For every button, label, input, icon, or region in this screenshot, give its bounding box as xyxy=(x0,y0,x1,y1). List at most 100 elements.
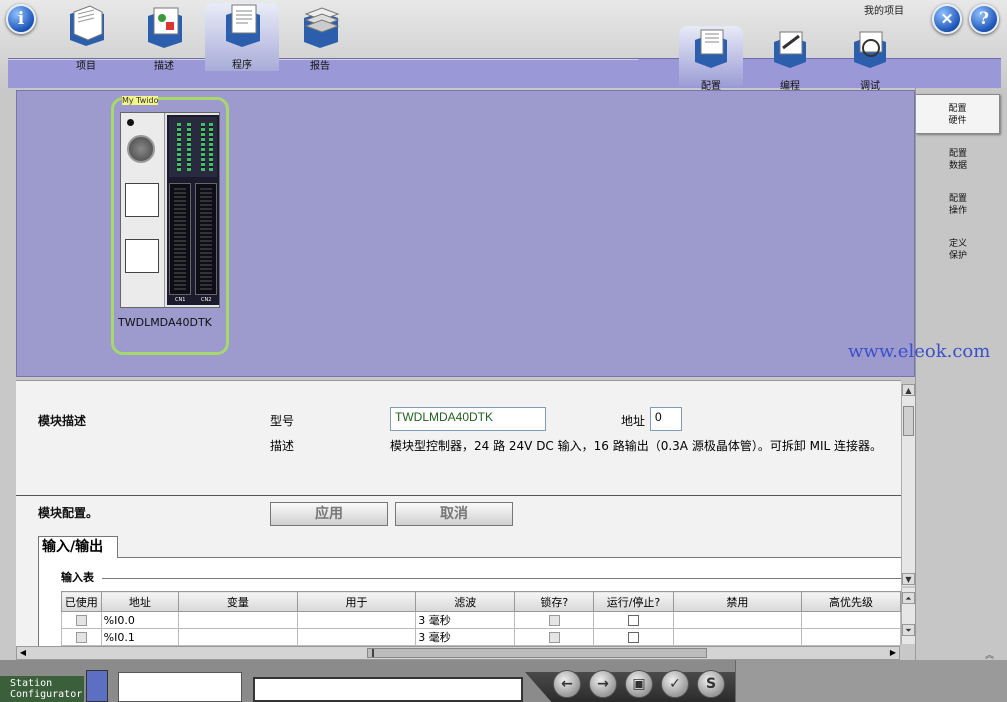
address-field[interactable]: 0 xyxy=(650,407,682,431)
sidebar-item-config-data[interactable]: 配置 数据 xyxy=(916,140,1000,180)
column-header-variable[interactable]: 变量 xyxy=(178,591,298,612)
subtab-programming[interactable]: 编程 xyxy=(758,26,822,92)
model-field[interactable]: TWDLMDA40DTK xyxy=(390,407,546,431)
divider xyxy=(16,495,901,496)
my-project-link[interactable]: 我的项目 xyxy=(864,2,904,17)
tab-report[interactable]: 报告 xyxy=(284,4,356,72)
plc-controller-image[interactable]: CN1 CN2 xyxy=(120,112,220,308)
plc-led-column-icon xyxy=(187,123,191,171)
help-icon: ? xyxy=(979,9,989,29)
plc-socket-icon xyxy=(125,183,159,217)
sidebar-item-label: 操作 xyxy=(948,206,967,216)
station-line2: Configurator xyxy=(10,689,83,700)
column-header-filter[interactable]: 滤波 xyxy=(415,591,516,612)
table-scrollbar[interactable]: ⏶ ⏷ xyxy=(901,588,915,644)
taskbar-app-icon[interactable] xyxy=(86,670,108,702)
describe-clipboard-icon xyxy=(148,7,182,48)
table-row: %I0.0 3 毫秒 xyxy=(61,611,901,629)
description-label: 描述 xyxy=(270,439,295,453)
subtab-config[interactable]: 配置 xyxy=(679,26,743,92)
variable-cell[interactable] xyxy=(178,628,298,646)
sidebar-item-config-operation[interactable]: 配置 操作 xyxy=(916,185,1000,225)
module-top-label: My Twido xyxy=(122,96,159,105)
disable-cell xyxy=(672,611,803,629)
module-properties-panel: 模块描述 型号 TWDLMDA40DTK 地址 0 描述 模块型控制器，24 路… xyxy=(16,380,901,646)
latch-checkbox[interactable] xyxy=(548,615,560,626)
taskbar-window[interactable] xyxy=(253,677,523,702)
column-header-latch[interactable]: 锁存? xyxy=(514,591,595,612)
hardware-workspace[interactable]: My Twido CN1 CN2 TWDLMDA40DTK xyxy=(16,90,915,377)
sidebar: 配置 硬件 配置 数据 配置 操作 定义 保护 xyxy=(915,88,1007,660)
info-icon: i xyxy=(17,9,25,29)
used-cell xyxy=(61,611,102,629)
run-stop-cell xyxy=(593,611,674,629)
forward-button[interactable]: → xyxy=(589,670,617,698)
used-checkbox[interactable] xyxy=(75,632,87,643)
save-icon: ▣ xyxy=(632,676,646,692)
plc-led-icon xyxy=(127,119,134,126)
taskbar-tray xyxy=(735,660,1007,702)
info-button[interactable]: i xyxy=(6,4,36,34)
io-panel: 输入表 已使用 地址 变量 用于 滤波 锁存? 运行/停止? 禁用 高优先级 %… xyxy=(38,558,901,646)
tab-label: 报告 xyxy=(310,61,330,72)
module-selection-frame[interactable]: My Twido CN1 CN2 TWDLMDA40DTK xyxy=(111,96,229,355)
scroll-bottom-icon[interactable]: ⏷ xyxy=(902,624,915,636)
run-stop-checkbox[interactable] xyxy=(627,615,639,626)
column-header-used-by[interactable]: 用于 xyxy=(296,591,417,612)
column-header-run-stop[interactable]: 运行/停止? xyxy=(593,591,674,612)
priority-cell xyxy=(801,628,901,646)
back-button[interactable]: ← xyxy=(553,670,581,698)
tab-project[interactable]: 项目 xyxy=(50,4,122,72)
tools-button[interactable]: ✕ xyxy=(932,4,962,34)
sidebar-item-label: 配置 xyxy=(948,104,967,114)
scroll-thumb[interactable] xyxy=(903,406,914,436)
input-table: 已使用 地址 变量 用于 滤波 锁存? 运行/停止? 禁用 高优先级 %I0.0 xyxy=(61,591,901,646)
filter-cell[interactable]: 3 毫秒 xyxy=(415,611,516,629)
sidebar-item-define-protection[interactable]: 定义 保护 xyxy=(916,230,1000,270)
run-stop-checkbox[interactable] xyxy=(627,632,639,643)
column-header-disable[interactable]: 禁用 xyxy=(672,591,803,612)
config-icon xyxy=(695,29,727,68)
taskbar: Station Configurator xyxy=(0,660,1007,702)
plc-left-panel xyxy=(121,113,165,307)
plc-status-display xyxy=(169,117,217,177)
scroll-down-icon[interactable]: ▼ xyxy=(902,573,915,585)
program-folder-icon xyxy=(226,4,260,47)
latch-checkbox[interactable] xyxy=(548,632,560,643)
help-button[interactable]: ? xyxy=(969,4,999,34)
tab-program[interactable]: 程序 xyxy=(205,3,279,71)
plc-led-column-icon xyxy=(201,123,205,171)
tab-io[interactable]: 输入/输出 xyxy=(38,536,118,558)
used-cell xyxy=(61,628,102,646)
cancel-button[interactable]: 取消 xyxy=(395,502,513,526)
apply-button[interactable]: 应用 xyxy=(270,502,388,526)
scroll-up-icon[interactable]: ▲ xyxy=(902,384,915,396)
scroll-top-icon[interactable]: ⏶ xyxy=(902,592,915,604)
scroll-thumb[interactable] xyxy=(367,648,707,658)
debug-icon xyxy=(854,31,886,68)
sidebar-item-config-hardware[interactable]: 配置 硬件 xyxy=(916,94,1000,134)
horizontal-scrollbar[interactable]: ◀ ‖ ▶ xyxy=(16,646,900,660)
filter-cell[interactable]: 3 毫秒 xyxy=(415,628,516,646)
scroll-left-icon[interactable]: ◀ xyxy=(17,647,29,659)
scroll-right-icon[interactable]: ▶ xyxy=(887,647,899,659)
tools-icon: ✕ xyxy=(940,10,954,28)
latch-cell xyxy=(514,628,595,646)
used-checkbox[interactable] xyxy=(75,615,87,626)
column-header-used[interactable]: 已使用 xyxy=(61,591,102,612)
subtab-debug[interactable]: 调试 xyxy=(838,26,902,92)
settings-button[interactable]: S xyxy=(697,670,725,698)
plc-led-column-icon xyxy=(209,123,213,171)
station-configurator-label[interactable]: Station Configurator xyxy=(0,676,84,702)
taskbar-window[interactable] xyxy=(118,672,242,702)
column-header-address[interactable]: 地址 xyxy=(100,591,180,612)
module-description-title: 模块描述 xyxy=(38,414,87,428)
tab-describe[interactable]: 描述 xyxy=(128,4,200,72)
column-header-priority[interactable]: 高优先级 xyxy=(801,591,901,612)
validate-button[interactable]: ✓ xyxy=(661,670,689,698)
properties-scrollbar[interactable]: ▲ ▼ xyxy=(901,384,915,586)
variable-cell[interactable] xyxy=(178,611,298,629)
scroll-grip-icon: ‖ xyxy=(371,648,375,657)
sidebar-item-label: 数据 xyxy=(948,161,967,171)
save-button[interactable]: ▣ xyxy=(625,670,653,698)
